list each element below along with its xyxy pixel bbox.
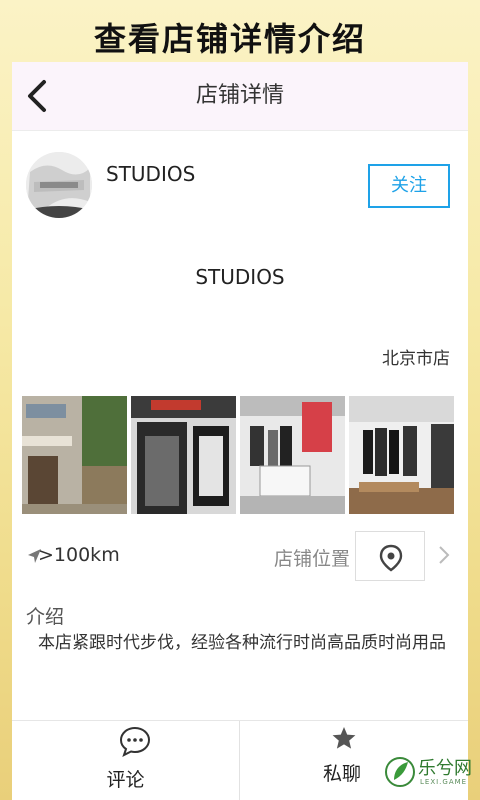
- app-screen: 店铺详情 STUDIOS 关注 STUDIOS 北京市店 >100km 店铺位置…: [12, 62, 468, 800]
- shop-photo[interactable]: [240, 396, 345, 514]
- chat-tab-label: 私聊: [323, 763, 362, 785]
- banner-title: 查看店铺详情介绍: [93, 20, 366, 58]
- comment-tab[interactable]: 评论: [12, 721, 239, 800]
- comment-icon: [119, 726, 151, 757]
- shop-photo-strip: [22, 396, 456, 516]
- site-watermark: 乐兮网 LEXI.GAME: [380, 748, 480, 798]
- shop-photo[interactable]: [22, 396, 127, 514]
- shop-photo[interactable]: [349, 396, 454, 514]
- intro-text: 本店紧跟时代步伐，经验各种流行时尚高品质时尚用品: [38, 633, 446, 653]
- distance-text: >100km: [38, 544, 120, 566]
- shop-location-label[interactable]: 店铺位置: [274, 544, 350, 571]
- shop-city: 北京市店: [382, 349, 450, 369]
- intro-heading: 介绍: [26, 606, 65, 628]
- watermark-text: 乐兮网: [418, 758, 472, 779]
- promo-banner: 查看店铺详情介绍: [0, 0, 480, 62]
- map-pin-icon: [379, 544, 403, 572]
- page-title: 店铺详情: [195, 83, 284, 108]
- nav-bar: 店铺详情: [12, 62, 468, 131]
- star-icon: [332, 727, 356, 749]
- shop-display-name: STUDIOS: [195, 265, 285, 289]
- shop-photo[interactable]: [131, 396, 236, 514]
- shop-avatar[interactable]: [26, 152, 92, 218]
- follow-button[interactable]: 关注: [368, 164, 450, 208]
- watermark-subtext: LEXI.GAME: [420, 778, 468, 786]
- shop-name: STUDIOS: [106, 162, 196, 186]
- map-pin-button[interactable]: [355, 531, 425, 581]
- shop-logo-image: [26, 152, 92, 218]
- leaf-logo-icon: [385, 757, 415, 787]
- chevron-right-icon[interactable]: [436, 544, 452, 566]
- comment-tab-label: 评论: [106, 769, 145, 791]
